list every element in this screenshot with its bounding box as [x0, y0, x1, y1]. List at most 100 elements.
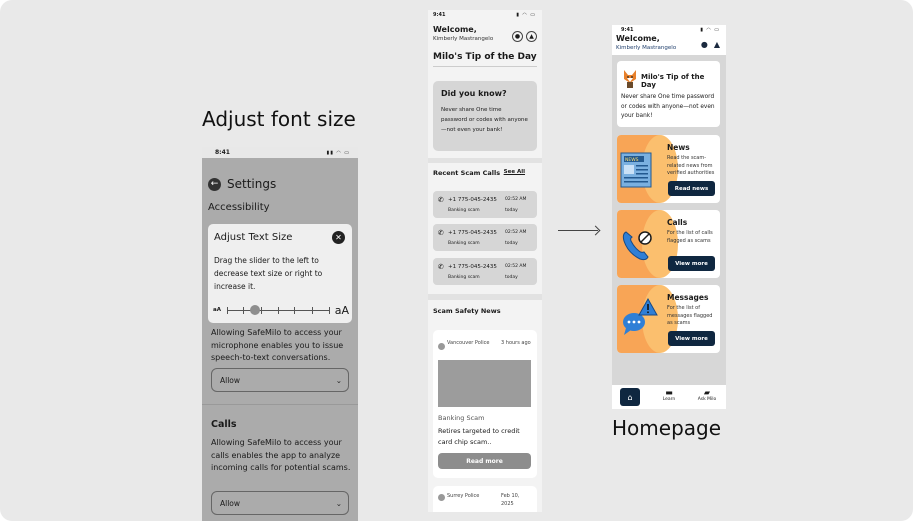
dropdown-value: Allow [220, 498, 241, 508]
call-list-item[interactable]: ✆ +1 775-045-2435 Banking scam 02:52 AM … [433, 224, 537, 251]
nav-item-ask-milo[interactable]: ▰ Ask Milo [692, 388, 722, 408]
calls-permission-dropdown[interactable]: Allow ⌄ [211, 491, 349, 515]
close-icon[interactable]: ✕ [332, 231, 345, 244]
calls-feature-card[interactable]: Calls For the list of calls flagged as s… [617, 210, 720, 278]
message-alert-icon [617, 285, 678, 353]
nav-item-learn[interactable]: ▬ Learn [654, 388, 684, 408]
slider-track[interactable] [227, 305, 330, 315]
chevron-down-icon: ⌄ [335, 498, 342, 508]
phone-blocked-icon [617, 210, 678, 278]
adjust-font-size-label: Adjust font size [202, 107, 356, 131]
flow-arrow [558, 230, 598, 231]
tip-card-body: Never share One time password or codes w… [441, 107, 528, 133]
homepage-screen: 9:41 ▮ ◠ ▭ Welcome, Kimberly Mastrangelo… [612, 25, 726, 409]
nav-label: Ask Milo [697, 397, 717, 402]
bottom-navigation: ⌂ ▬ Learn ▰ Ask Milo [612, 385, 726, 409]
newspaper-icon: NEWS [617, 135, 678, 203]
divider [202, 404, 358, 405]
feature-title: News [667, 143, 690, 152]
source-avatar [438, 343, 445, 350]
call-time: 02:52 AM [505, 230, 527, 235]
slider-thumb[interactable] [249, 305, 260, 315]
news-section-title: Scam Safety News [433, 307, 501, 315]
call-day: today [505, 208, 518, 213]
section-title-accessibility: Accessibility [208, 202, 270, 213]
modal-title: Adjust Text Size [214, 232, 293, 243]
view-messages-button[interactable]: View more [668, 331, 715, 346]
microphone-permission-dropdown[interactable]: Allow ⌄ [211, 368, 349, 392]
status-time: 8:41 [215, 149, 230, 156]
status-time: 9:41 [433, 12, 446, 18]
signal-wifi-battery-icon: ▮ ◠ ▭ [516, 12, 536, 18]
adjust-text-size-modal: Adjust Text Size ✕ Drag the slider to th… [208, 224, 352, 323]
feature-title: Calls [667, 218, 688, 227]
tip-card: Did you know? Never share One time passw… [433, 81, 537, 151]
signal-wifi-battery-icon: ▮▮ ◠ ▭ [326, 149, 350, 156]
tip-card: Milo's Tip of the Day Never share One ti… [617, 61, 720, 127]
view-calls-button[interactable]: View more [668, 256, 715, 271]
news-feature-card[interactable]: NEWS News Read the scam-related news fro… [617, 135, 720, 203]
news-headline: Retires targeted to credit card chip sca… [438, 427, 520, 446]
call-day: today [505, 241, 518, 246]
section-title-calls: Calls [211, 419, 237, 430]
text-size-slider[interactable]: aA aA [213, 302, 349, 318]
read-news-button[interactable]: Read news [668, 181, 715, 196]
tip-card-title: Did you know? [441, 89, 507, 98]
news-time: 3 hours ago [501, 340, 531, 346]
feature-description: For the list of calls flagged as scams [667, 230, 713, 244]
large-text-label: aA [334, 303, 349, 317]
phone-icon: ✆ [438, 263, 444, 271]
tip-body: Never share One time password or codes w… [621, 94, 715, 119]
read-more-button[interactable]: Read more [438, 453, 531, 469]
section-separator [428, 294, 542, 300]
page-title: Settings [227, 177, 277, 191]
chat-icon: ▰ [703, 388, 711, 397]
user-name: Kimberly Mastrangelo [433, 36, 494, 42]
milo-fox-icon [624, 70, 636, 88]
call-label: Banking scam [448, 208, 480, 213]
tip-title: Milo's Tip of the Day [641, 73, 705, 89]
call-time: 02:52 AM [505, 197, 527, 202]
calls-description: Allowing SafeMilo to access your calls e… [211, 438, 351, 472]
slider-tick [311, 306, 313, 314]
microphone-description: Allowing SafeMilo to access your microph… [211, 328, 344, 362]
news-source: Surrey Police [447, 493, 480, 499]
call-number: +1 775-045-2435 [448, 264, 497, 270]
call-number: +1 775-045-2435 [448, 197, 497, 203]
slider-tick [294, 306, 296, 314]
news-card[interactable]: Surrey Police Feb 10, 2025 [433, 486, 537, 512]
bell-icon[interactable]: ▲ [526, 31, 537, 42]
nav-label: Learn [662, 397, 676, 402]
user-name: Kimberly Mastrangelo [616, 45, 677, 51]
profile-icon[interactable]: ● [512, 31, 523, 42]
homepage-label: Homepage [612, 416, 722, 440]
news-time: Feb 10, 2025 [501, 493, 520, 507]
call-list-item[interactable]: ✆ +1 775-045-2435 Banking scam 02:52 AM … [433, 258, 537, 285]
phone-icon: ✆ [438, 229, 444, 237]
slider-tick [227, 306, 228, 314]
call-list-item[interactable]: ✆ +1 775-045-2435 Banking scam 02:52 AM … [433, 191, 537, 218]
wireframe-home-screen: 9:41 ▮ ◠ ▭ Welcome, Kimberly Mastrangelo… [428, 10, 542, 512]
settings-screen: 8:41 ▮▮ ◠ ▭ ← Settings Accessibility Adj… [202, 147, 358, 521]
phone-icon: ✆ [438, 196, 444, 204]
back-arrow-icon[interactable]: ← [208, 177, 221, 191]
home-icon[interactable]: ⌂ [620, 388, 640, 406]
news-card[interactable]: Vancouver Police 3 hours ago Banking Sca… [433, 330, 537, 478]
canvas-board: Adjust font size Homepage 8:41 ▮▮ ◠ ▭ ← … [0, 0, 913, 521]
section-separator [428, 158, 542, 163]
slider-tick [260, 306, 262, 314]
news-source: Vancouver Police [447, 340, 490, 346]
modal-body: Drag the slider to the left to decrease … [214, 256, 323, 291]
welcome-text: Welcome, [616, 34, 660, 43]
slider-tick [243, 306, 245, 314]
profile-icon[interactable]: ● [701, 40, 708, 49]
call-day: today [505, 275, 518, 280]
bell-icon[interactable]: ▲ [714, 40, 720, 49]
source-avatar [438, 494, 445, 501]
tip-heading: Milo's Tip of the Day [433, 52, 537, 62]
news-badge-text: NEWS [625, 157, 639, 163]
messages-feature-card[interactable]: Messages For the list of messages flagge… [617, 285, 720, 353]
divider [433, 66, 537, 67]
see-all-link[interactable]: See All [504, 169, 525, 175]
news-category: Banking Scam [438, 414, 485, 422]
